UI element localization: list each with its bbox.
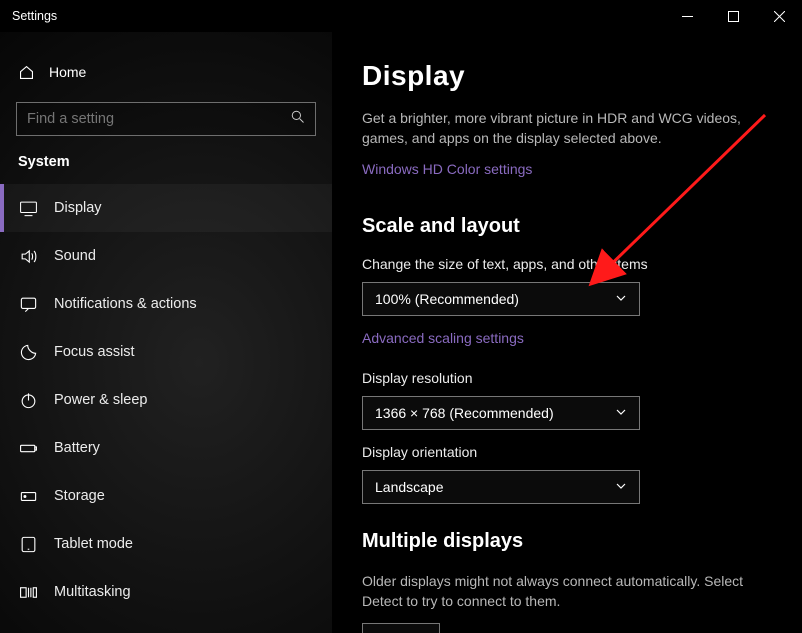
- sound-icon: [18, 246, 38, 266]
- orientation-label: Display orientation: [362, 444, 772, 460]
- resolution-dropdown[interactable]: 1366 × 768 (Recommended): [362, 396, 640, 430]
- maximize-button[interactable]: [710, 0, 756, 32]
- search-icon: [290, 109, 305, 129]
- home-label: Home: [49, 64, 86, 80]
- sidebar-item-label: Tablet mode: [54, 536, 133, 552]
- minimize-button[interactable]: [664, 0, 710, 32]
- sidebar-item-label: Sound: [54, 248, 96, 264]
- sidebar-item-battery[interactable]: Battery: [0, 424, 332, 472]
- sidebar-item-power-sleep[interactable]: Power & sleep: [0, 376, 332, 424]
- sidebar-item-multitasking[interactable]: Multitasking: [0, 568, 332, 616]
- sidebar-item-label: Display: [54, 200, 102, 216]
- orientation-dropdown[interactable]: Landscape: [362, 470, 640, 504]
- display-icon: [18, 198, 38, 218]
- sidebar-item-label: Battery: [54, 440, 100, 456]
- scale-dropdown-value: 100% (Recommended): [375, 291, 519, 307]
- search-input-wrapper[interactable]: [16, 102, 316, 136]
- resolution-dropdown-value: 1366 × 768 (Recommended): [375, 405, 554, 421]
- sidebar-item-storage[interactable]: Storage: [0, 472, 332, 520]
- sidebar-item-label: Storage: [54, 488, 105, 504]
- multitasking-icon: [18, 582, 38, 602]
- resolution-label: Display resolution: [362, 370, 772, 386]
- sidebar-item-label: Notifications & actions: [54, 296, 197, 312]
- battery-icon: [18, 438, 38, 458]
- sidebar-item-notifications[interactable]: Notifications & actions: [0, 280, 332, 328]
- hdr-description: Get a brighter, more vibrant picture in …: [362, 108, 772, 149]
- search-input[interactable]: [27, 111, 247, 127]
- sidebar-item-label: Power & sleep: [54, 392, 148, 408]
- scale-label: Change the size of text, apps, and other…: [362, 256, 772, 272]
- storage-icon: [18, 486, 38, 506]
- scale-layout-heading: Scale and layout: [362, 215, 772, 238]
- focus-assist-icon: [18, 342, 38, 362]
- tablet-icon: [18, 534, 38, 554]
- power-icon: [18, 390, 38, 410]
- notifications-icon: [18, 294, 38, 314]
- sidebar-item-display[interactable]: Display: [0, 184, 332, 232]
- multiple-displays-heading: Multiple displays: [362, 530, 772, 553]
- chevron-down-icon: [615, 406, 629, 420]
- sidebar-item-sound[interactable]: Sound: [0, 232, 332, 280]
- active-indicator: [0, 184, 4, 232]
- sidebar-item-label: Multitasking: [54, 584, 131, 600]
- home-icon: [18, 64, 35, 81]
- detect-button[interactable]: Detect: [362, 623, 440, 633]
- sidebar-item-focus-assist[interactable]: Focus assist: [0, 328, 332, 376]
- chevron-down-icon: [615, 292, 629, 306]
- close-button[interactable]: [756, 0, 802, 32]
- window-title: Settings: [12, 9, 57, 23]
- sidebar-section-label: System: [0, 142, 332, 184]
- advanced-scaling-link[interactable]: Advanced scaling settings: [362, 330, 524, 346]
- multiple-displays-description: Older displays might not always connect …: [362, 571, 772, 612]
- home-nav[interactable]: Home: [0, 52, 332, 92]
- chevron-down-icon: [615, 480, 629, 494]
- orientation-dropdown-value: Landscape: [375, 479, 444, 495]
- sidebar-item-tablet-mode[interactable]: Tablet mode: [0, 520, 332, 568]
- sidebar-item-label: Focus assist: [54, 344, 135, 360]
- page-title: Display: [362, 60, 772, 92]
- hd-color-settings-link[interactable]: Windows HD Color settings: [362, 161, 532, 177]
- scale-dropdown[interactable]: 100% (Recommended): [362, 282, 640, 316]
